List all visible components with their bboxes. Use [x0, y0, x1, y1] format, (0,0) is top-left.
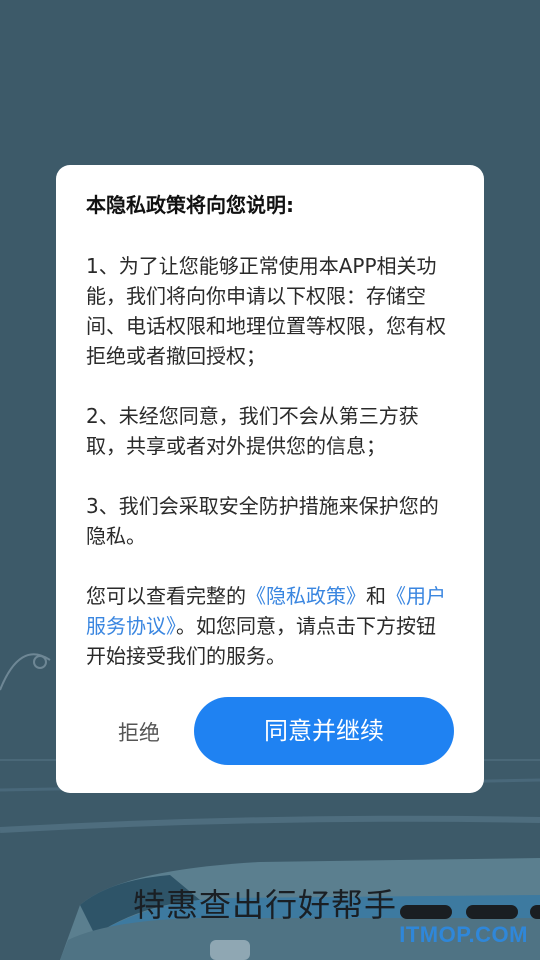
privacy-dialog: 本隐私政策将向您说明: 1、为了让您能够正常使用本APP相关功能，我们将向你申请…	[56, 165, 484, 793]
watermark: ITMOP.COM	[399, 922, 528, 947]
security-paragraph: 3、我们会采取安全防护措施来保护您的隐私。	[86, 494, 439, 548]
dialog-title: 本隐私政策将向您说明:	[86, 193, 294, 217]
agree-continue-button[interactable]: 同意并继续	[194, 697, 454, 765]
policy-links-paragraph: 您可以查看完整的《隐私政策》和《用户服务协议》。如您同意，请点击下方按钮开始接受…	[86, 581, 454, 671]
third-party-paragraph: 2、未经您同意，我们不会从第三方获取，共享或者对外提供您的信息；	[86, 404, 419, 458]
and-text: 和	[366, 584, 386, 608]
privacy-policy-link[interactable]: 《隐私政策》	[246, 584, 366, 608]
policy-prefix-text: 您可以查看完整的	[86, 584, 246, 608]
dialog-actions: 拒绝 同意并继续	[56, 697, 484, 765]
background-slogan: 特惠查出行好帮手	[133, 886, 398, 924]
reject-button[interactable]: 拒绝	[118, 717, 160, 747]
permission-paragraph: 1、为了让您能够正常使用本APP相关功能，我们将向你申请以下权限：存储空间、电话…	[86, 254, 446, 368]
